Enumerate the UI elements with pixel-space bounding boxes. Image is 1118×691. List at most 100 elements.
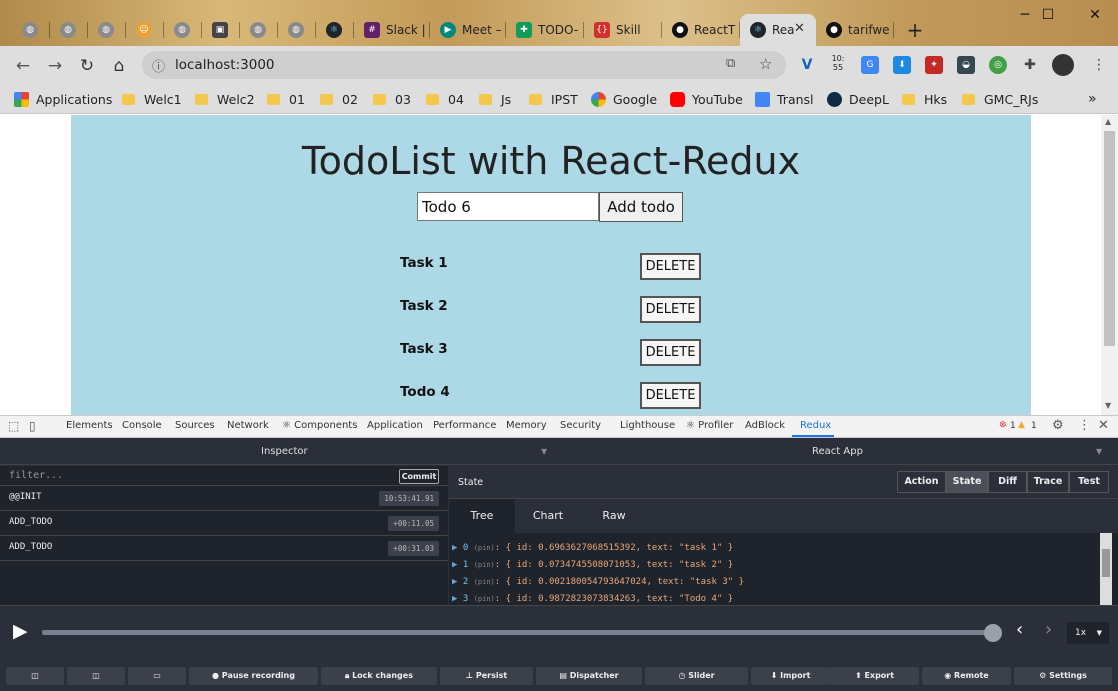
commit-button[interactable]: Commit xyxy=(399,469,439,484)
devtools-tab-sources[interactable]: Sources xyxy=(175,420,215,431)
expand-arrow-icon[interactable]: ▶ xyxy=(452,594,457,604)
play-icon[interactable]: ▶ xyxy=(13,620,28,642)
bookmark-folder[interactable]: 02 xyxy=(320,90,358,108)
slider-handle[interactable] xyxy=(984,624,1002,642)
menu-kebab-icon[interactable]: ⋮ xyxy=(1090,56,1108,74)
expand-arrow-icon[interactable]: ▶ xyxy=(452,560,457,570)
mode-action-button[interactable]: Action xyxy=(897,471,946,493)
state-row[interactable]: ▶ 1 (pin): { id: 0.0734745508071053, tex… xyxy=(452,560,733,570)
close-window-icon[interactable]: ✕ xyxy=(1072,4,1118,26)
devtools-tab-lighthouse[interactable]: Lighthouse xyxy=(620,420,675,431)
devtools-tab-components[interactable]: ⚛ Components xyxy=(282,420,357,431)
extension-icon[interactable]: ✦ xyxy=(925,56,943,74)
filter-input[interactable]: filter... xyxy=(0,466,448,486)
mode-diff-button[interactable]: Diff xyxy=(988,471,1027,493)
bookmark-applications[interactable]: Applications xyxy=(14,90,112,108)
expand-arrow-icon[interactable]: ▶ xyxy=(452,577,457,587)
mode-trace-button[interactable]: Trace xyxy=(1027,471,1069,493)
page-scrollbar[interactable]: ▲ ▼ xyxy=(1101,115,1118,415)
devtools-tab-security[interactable]: Security xyxy=(560,420,601,431)
devtools-tab-console[interactable]: Console xyxy=(122,420,162,431)
translate-extension-icon[interactable]: G xyxy=(861,56,879,74)
step-forward-icon[interactable]: › xyxy=(1045,619,1052,640)
bookmark-translate[interactable]: Transl xyxy=(755,90,814,108)
browser-tab[interactable]: ● ReactT xyxy=(662,14,740,46)
todo-input[interactable] xyxy=(417,192,599,221)
persist-button[interactable]: ⊥ Persist xyxy=(440,667,533,685)
extension-icon[interactable]: ◎ xyxy=(989,56,1007,74)
browser-tab[interactable]: ◍ xyxy=(164,14,202,46)
devtools-tab-application[interactable]: Application xyxy=(367,420,423,431)
pause-recording-button[interactable]: ● Pause recording xyxy=(189,667,318,685)
mode-test-button[interactable]: Test xyxy=(1069,471,1109,493)
instance-dropdown[interactable]: React App ▼ xyxy=(563,438,1118,465)
browser-tab[interactable]: {} Skill xyxy=(584,14,662,46)
tab-raw[interactable]: Raw xyxy=(581,499,647,533)
delete-button[interactable]: DELETE xyxy=(640,339,701,366)
delete-button[interactable]: DELETE xyxy=(640,382,701,409)
bookmark-folder[interactable]: Js xyxy=(479,90,511,108)
bookmark-deepl[interactable]: DeepL xyxy=(827,90,889,108)
browser-tab[interactable]: ◍ xyxy=(50,14,88,46)
export-button[interactable]: ⬆ Export xyxy=(830,667,919,685)
devtools-tab-adblock[interactable]: AdBlock xyxy=(745,420,785,431)
home-icon[interactable]: ⌂ xyxy=(108,55,130,77)
settings-gear-icon[interactable]: ⚙ xyxy=(1052,418,1064,433)
browser-tab[interactable]: ▣ xyxy=(202,14,240,46)
lock-changes-button[interactable]: 🔒︎ Lock changes xyxy=(321,667,437,685)
delete-button[interactable]: DELETE xyxy=(640,296,701,323)
bookmark-folder[interactable]: Welc2 xyxy=(195,90,255,108)
layout-left-button[interactable]: ◫ xyxy=(6,667,64,685)
forward-icon[interactable]: → xyxy=(44,55,66,77)
time-travel-slider[interactable] xyxy=(42,630,994,635)
devtools-tab-elements[interactable]: Elements xyxy=(66,420,113,431)
info-icon[interactable]: ⓘ xyxy=(152,56,165,75)
state-row[interactable]: ▶ 0 (pin): { id: 0.6963627068515392, tex… xyxy=(452,543,733,553)
puzzle-icon[interactable]: ✚ xyxy=(1021,56,1039,74)
bookmark-folder[interactable]: Welc1 xyxy=(122,90,182,108)
bookmark-youtube[interactable]: YouTube xyxy=(670,90,743,108)
add-todo-button[interactable]: Add todo xyxy=(599,192,683,222)
inspect-element-icon[interactable]: ⬚ xyxy=(8,419,19,433)
translate-icon[interactable]: ⧉ xyxy=(726,56,735,71)
state-row[interactable]: ▶ 2 (pin): { id: 0.002180054793647024, t… xyxy=(452,577,744,587)
browser-tab[interactable]: ✚ TODO- xyxy=(506,14,584,46)
back-icon[interactable]: ← xyxy=(12,55,34,77)
device-toolbar-icon[interactable]: ▯ xyxy=(29,419,36,433)
browser-tab-active[interactable]: ⚛ Rea ✕ xyxy=(740,14,816,46)
state-scrollbar[interactable] xyxy=(1100,533,1112,605)
delete-button[interactable]: DELETE xyxy=(640,253,701,280)
import-button[interactable]: ⬇ Import xyxy=(751,667,830,685)
devtools-tab-network[interactable]: Network xyxy=(227,420,269,431)
warning-icon[interactable]: ▲ xyxy=(1018,420,1025,430)
star-icon[interactable]: ☆ xyxy=(759,55,772,73)
step-back-icon[interactable]: ‹ xyxy=(1016,619,1023,640)
remote-button[interactable]: ◉ Remote xyxy=(922,667,1011,685)
browser-tab[interactable]: # Slack | xyxy=(354,14,430,46)
bookmark-folder[interactable]: Hks xyxy=(902,90,947,108)
scrollbar-thumb[interactable] xyxy=(1104,131,1115,346)
browser-tab[interactable]: ▶ Meet – xyxy=(430,14,506,46)
maximize-icon[interactable]: ☐ xyxy=(1025,4,1071,26)
browser-tab[interactable]: ◍ xyxy=(240,14,278,46)
browser-tab[interactable]: ☺ xyxy=(126,14,164,46)
mode-state-button[interactable]: State xyxy=(946,471,988,493)
tab-tree[interactable]: Tree xyxy=(449,499,515,533)
devtools-tab-memory[interactable]: Memory xyxy=(506,420,547,431)
bookmark-google[interactable]: Google xyxy=(591,90,657,108)
close-tab-icon[interactable]: ✕ xyxy=(794,21,805,36)
bookmark-folder[interactable]: IPST xyxy=(529,90,578,108)
speed-select[interactable]: 1x ▼ xyxy=(1067,622,1109,644)
action-item[interactable]: ADD_TODO +00:31.03 xyxy=(0,536,448,561)
action-item[interactable]: @@INIT 10:53:41.91 xyxy=(0,486,448,511)
extension-v-icon[interactable]: V xyxy=(798,56,816,74)
action-item[interactable]: ADD_TODO +00:11.05 xyxy=(0,511,448,536)
bookmarks-overflow-icon[interactable]: » xyxy=(1088,90,1097,108)
scrollbar-thumb[interactable] xyxy=(1102,549,1110,577)
state-row[interactable]: ▶ 3 (pin): { id: 0.9872823073834263, tex… xyxy=(452,594,733,604)
reload-icon[interactable]: ↻ xyxy=(76,55,98,77)
devtools-tab-redux[interactable]: Redux xyxy=(800,420,831,431)
new-tab-button[interactable]: + xyxy=(904,20,926,42)
tab-chart[interactable]: Chart xyxy=(515,499,581,533)
bookmark-folder[interactable]: 03 xyxy=(373,90,411,108)
